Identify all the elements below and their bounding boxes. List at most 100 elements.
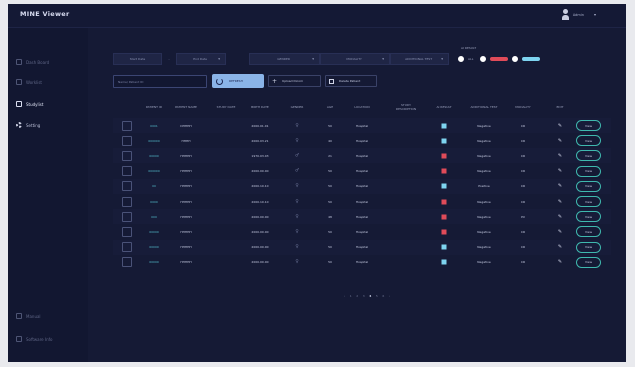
- edit-icon[interactable]: ✎: [558, 229, 562, 235]
- ai-result-indicator: [441, 183, 447, 189]
- row-checkbox[interactable]: [122, 196, 132, 207]
- view-button[interactable]: View: [576, 120, 601, 131]
- page-button[interactable]: 5: [376, 294, 380, 298]
- column-header[interactable]: STUDY DESCRIPTION: [391, 103, 421, 111]
- edit-icon[interactable]: ✎: [558, 153, 562, 159]
- column-header[interactable]: MODALITY: [515, 105, 530, 110]
- column-header[interactable]: BIRTH DATE: [251, 105, 269, 110]
- row-checkbox[interactable]: [122, 257, 132, 268]
- gender-select[interactable]: GENDER ▾: [249, 53, 320, 65]
- edit-icon[interactable]: ✎: [558, 168, 562, 174]
- sidebar-item-worklist[interactable]: Worklist: [16, 76, 88, 88]
- column-header[interactable]: LOCATION: [354, 105, 369, 110]
- table-row[interactable]: 0000 HHHHH 2000.10.10 ♀ 50 Hospital Negative CR…: [113, 194, 611, 209]
- table-row[interactable]: 0001 DHHHH 2000.01.01 ♀ 50 Hospital Negative CR…: [113, 118, 611, 133]
- ai-result-red-radio[interactable]: [480, 56, 487, 62]
- cell-birth: 2000.00.00: [251, 260, 269, 265]
- ai-result-indicator: [441, 123, 447, 128]
- start-date-field[interactable]: Start Date: [113, 53, 162, 65]
- gender-icon: ♀: [295, 183, 299, 189]
- view-button[interactable]: View: [576, 150, 601, 162]
- edit-icon[interactable]: ✎: [558, 138, 562, 144]
- prev-page-button[interactable]: ‹: [344, 294, 347, 298]
- cell-test: Negative: [477, 138, 491, 143]
- app-title: MINE Viewer: [20, 10, 70, 18]
- cell-age: 50: [328, 245, 332, 250]
- edit-icon[interactable]: ✎: [558, 123, 562, 129]
- table-row[interactable]: 000000 HHHHH 2000.00.00 ♂ 50 Hospital Negative…: [113, 164, 611, 179]
- row-checkbox[interactable]: [122, 150, 132, 161]
- row-checkbox[interactable]: [122, 120, 132, 131]
- cell-test: Negative: [477, 199, 491, 204]
- ai-result-red-swatch: [490, 57, 509, 61]
- gender-icon: ♀: [295, 244, 299, 250]
- row-checkbox[interactable]: [122, 135, 132, 146]
- edit-icon[interactable]: ✎: [558, 214, 562, 220]
- row-checkbox[interactable]: [122, 166, 132, 177]
- sidebar-item-label: Setting: [26, 122, 41, 128]
- row-checkbox[interactable]: [122, 226, 132, 237]
- row-checkbox[interactable]: [122, 242, 132, 253]
- user-menu[interactable]: Admin ▾: [561, 9, 596, 20]
- modality-select[interactable]: MODALITY ▾: [320, 53, 390, 65]
- edit-icon[interactable]: ✎: [558, 199, 562, 205]
- cell-id: 00: [152, 184, 156, 189]
- cell-location: Hospital: [355, 153, 369, 158]
- column-header[interactable]: EDIT: [557, 105, 564, 110]
- row-checkbox[interactable]: [122, 211, 132, 222]
- cell-location: Hospital: [355, 184, 369, 189]
- search-input[interactable]: Name/ Patient ID: [113, 75, 207, 88]
- cell-location: Hospital: [355, 123, 369, 128]
- upload-dicom-button[interactable]: + Upload Dicom: [268, 75, 321, 87]
- column-header[interactable]: GENDER: [291, 105, 304, 110]
- additional-test-select[interactable]: ADDITIONAL TEST ▾: [390, 53, 449, 65]
- table-row[interactable]: 00000 HHHHH 2000.00.00 ♀ 50 Hospital Negative C…: [113, 255, 611, 270]
- sidebar-item-manual[interactable]: Manual: [16, 310, 88, 322]
- view-button[interactable]: View: [576, 180, 601, 192]
- page-button[interactable]: 6: [382, 294, 386, 298]
- sidebar-item-studylist[interactable]: Studylist: [16, 98, 88, 110]
- edit-icon[interactable]: ✎: [558, 183, 562, 189]
- column-header[interactable]: AGE: [327, 105, 333, 110]
- view-button[interactable]: View: [576, 135, 601, 147]
- sidebar-item-software-info[interactable]: Software Info: [16, 333, 88, 345]
- next-page-button[interactable]: ›: [389, 294, 392, 298]
- start-date-value: Start Date: [129, 57, 146, 61]
- cell-birth: 2000.10.10: [251, 184, 269, 189]
- table-row[interactable]: 00 HHHHH 2000.10.10 ♀ 50 Hospital Positive CR ✎ V…: [113, 178, 611, 194]
- page-button-current[interactable]: 4: [369, 294, 373, 298]
- delete-patient-button[interactable]: Delete Patient: [325, 75, 377, 87]
- table-row[interactable]: 000 HHHHH 2000.00.00 ♀ 48 Hospital Negative PX ✎…: [113, 209, 611, 225]
- view-button[interactable]: View: [576, 211, 601, 223]
- sidebar-item-setting[interactable]: Setting: [16, 119, 88, 131]
- refresh-button[interactable]: REFRESH: [212, 74, 264, 88]
- page-button[interactable]: 2: [356, 294, 360, 298]
- column-header[interactable]: PATIENT ID: [146, 105, 162, 110]
- table-row[interactable]: 00000 HHHHH 2000.00.00 ♀ 50 Hospital Negative C…: [113, 239, 611, 255]
- view-button[interactable]: View: [576, 196, 601, 207]
- ai-result-all-radio[interactable]: [458, 56, 464, 62]
- cell-id: 0001: [150, 123, 158, 128]
- view-button[interactable]: View: [576, 241, 601, 253]
- sidebar-item-dashboard[interactable]: Dash Board: [16, 56, 88, 68]
- column-header[interactable]: STUDY DATE: [217, 105, 236, 110]
- view-button[interactable]: View: [576, 165, 601, 177]
- page-button[interactable]: 1: [350, 294, 354, 298]
- end-date-field[interactable]: End Date ▾: [176, 53, 226, 65]
- edit-icon[interactable]: ✎: [558, 244, 562, 250]
- page-button[interactable]: 3: [363, 294, 367, 298]
- cell-birth: 1970.03.03: [251, 153, 269, 158]
- view-button[interactable]: View: [576, 256, 601, 268]
- delete-patient-label: Delete Patient: [339, 79, 361, 83]
- view-button[interactable]: View: [576, 226, 601, 238]
- table-row[interactable]: 000000 HHHH 2000.03.21 ♀ 40 Hospital Negative C…: [113, 133, 611, 148]
- edit-icon[interactable]: ✎: [558, 259, 562, 265]
- column-header[interactable]: ADDITIONAL TEST: [470, 105, 497, 110]
- table-row[interactable]: 00000 HHHHH 2000.00.00 ♀ 50 Hospital Negative C…: [113, 224, 611, 239]
- gender-icon: ♀: [295, 214, 299, 220]
- ai-result-blue-radio[interactable]: [512, 56, 519, 62]
- column-header[interactable]: PATIENT NAME: [175, 105, 197, 110]
- column-header[interactable]: AI RESULT: [436, 105, 451, 110]
- row-checkbox[interactable]: [122, 181, 132, 192]
- table-row[interactable]: 00000 HHHHH 1970.03.03 ♂ 21 Hospital Negative C…: [113, 148, 611, 164]
